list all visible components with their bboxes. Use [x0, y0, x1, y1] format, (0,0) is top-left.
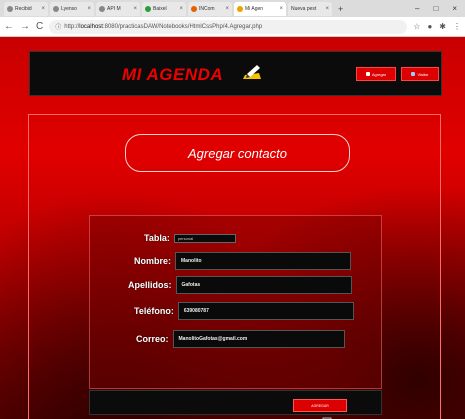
correo-input[interactable]: ManolitoGafotas@gmail.com [172, 330, 345, 348]
close-icon[interactable]: × [279, 6, 283, 12]
close-icon[interactable]: × [225, 6, 229, 12]
browser-tab[interactable]: API M × [96, 1, 140, 16]
url-field[interactable]: ⓘ http://localhost:8080/practicasDAW/Not… [49, 19, 408, 34]
url-text: http://localhost:8080/practicasDAW/Noteb… [64, 23, 263, 30]
browser-tab[interactable]: INCom × [188, 1, 232, 16]
nombre-label: Nombre: [134, 256, 172, 266]
tab-label: Lyenso [61, 5, 77, 12]
new-tab-button[interactable]: + [338, 4, 343, 14]
apellidos-input[interactable]: Gafotas [175, 276, 352, 294]
gmail-icon [7, 5, 13, 12]
back-icon[interactable]: ← [4, 21, 14, 32]
browser-tab[interactable]: Lyenso × [50, 1, 94, 16]
tab-label: Recibid [15, 5, 32, 12]
add-button[interactable]: Agregar [356, 67, 396, 81]
minimize-icon[interactable]: – [415, 4, 419, 13]
pencil-note-icon [243, 65, 261, 79]
submit-button[interactable]: AGREGAR [293, 399, 347, 412]
tabla-label: Tabla: [144, 233, 170, 243]
forward-icon[interactable]: → [20, 21, 30, 32]
browser-tab[interactable]: Recibid × [4, 1, 48, 16]
site-header: MI AGENDA Agregar Visitor [29, 51, 442, 96]
tab-label: Mi Agen [245, 5, 264, 12]
add-button-label: Agregar [371, 71, 387, 77]
extension-icon[interactable]: ● [427, 22, 432, 31]
address-bar: ← → C ⓘ http://localhost:8080/practicasD… [0, 17, 465, 37]
visitor-button-label: Visitor [417, 71, 429, 77]
person-icon [411, 72, 416, 76]
reload-icon[interactable]: C [36, 21, 43, 32]
tabla-row: Tabla: personal [144, 233, 236, 243]
sheet-icon [145, 5, 151, 12]
browser-tab-active[interactable]: Mi Agen × [234, 1, 286, 16]
form-footer: AGREGAR [89, 390, 382, 415]
info-icon[interactable]: ⓘ [55, 22, 61, 31]
browser-tabstrip: Recibid × Lyenso × API M × Baixel × INCom × M… [0, 0, 465, 17]
correo-label: Correo: [136, 334, 169, 344]
close-icon[interactable]: × [41, 6, 45, 12]
correo-row: Correo: ManolitoGafotas@gmail.com [136, 330, 345, 348]
site-brand[interactable]: MI AGENDA [122, 65, 223, 85]
pencil-icon [365, 72, 370, 76]
page-background: MI AGENDA Agregar Visitor Agregar contac… [0, 37, 465, 419]
tabla-select[interactable]: personal [173, 233, 236, 243]
firefox-icon [191, 5, 197, 12]
puzzle-icon[interactable]: ✱ [439, 22, 446, 31]
nombre-input[interactable]: Manolito [175, 252, 352, 270]
globe-icon [53, 5, 59, 12]
star-icon[interactable]: ☆ [413, 22, 420, 31]
close-icon[interactable]: × [325, 6, 329, 12]
browser-tab[interactable]: Nueva pest × [288, 1, 332, 16]
tab-label: API M [107, 5, 121, 12]
tab-label: INCom [199, 5, 215, 12]
visitor-button[interactable]: Visitor [401, 67, 439, 81]
nombre-row: Nombre: Manolito [134, 252, 352, 270]
tab-label: Nueva pest [291, 5, 317, 12]
title-box: Agregar contacto [125, 134, 350, 172]
close-window-icon[interactable]: × [452, 4, 457, 13]
globe-icon [99, 5, 105, 12]
contact-form: Tabla: personal Nombre: Manolito Apellid… [89, 215, 382, 389]
menu-icon[interactable]: ⋮ [453, 22, 461, 31]
telefono-row: Teléfono: 639080787 [134, 302, 354, 320]
close-icon[interactable]: × [133, 6, 137, 12]
toolbar-icons: ☆ ● ✱ ⋮ [413, 22, 461, 31]
page-title: Agregar contacto [187, 145, 287, 161]
apellidos-label: Apellidos: [128, 280, 172, 290]
close-icon[interactable]: × [87, 6, 91, 12]
close-icon[interactable]: × [179, 6, 183, 12]
window-controls: – □ × [415, 4, 465, 13]
telefono-input[interactable]: 639080787 [177, 302, 354, 320]
maximize-icon[interactable]: □ [433, 4, 438, 13]
browser-tab[interactable]: Baixel × [142, 1, 186, 16]
agenda-icon [237, 5, 243, 12]
telefono-label: Teléfono: [134, 306, 174, 316]
main-container: Agregar contacto Tabla: personal Nombre:… [28, 114, 441, 419]
apellidos-row: Apellidos: Gafotas [128, 276, 352, 294]
tab-label: Baixel [153, 5, 167, 12]
